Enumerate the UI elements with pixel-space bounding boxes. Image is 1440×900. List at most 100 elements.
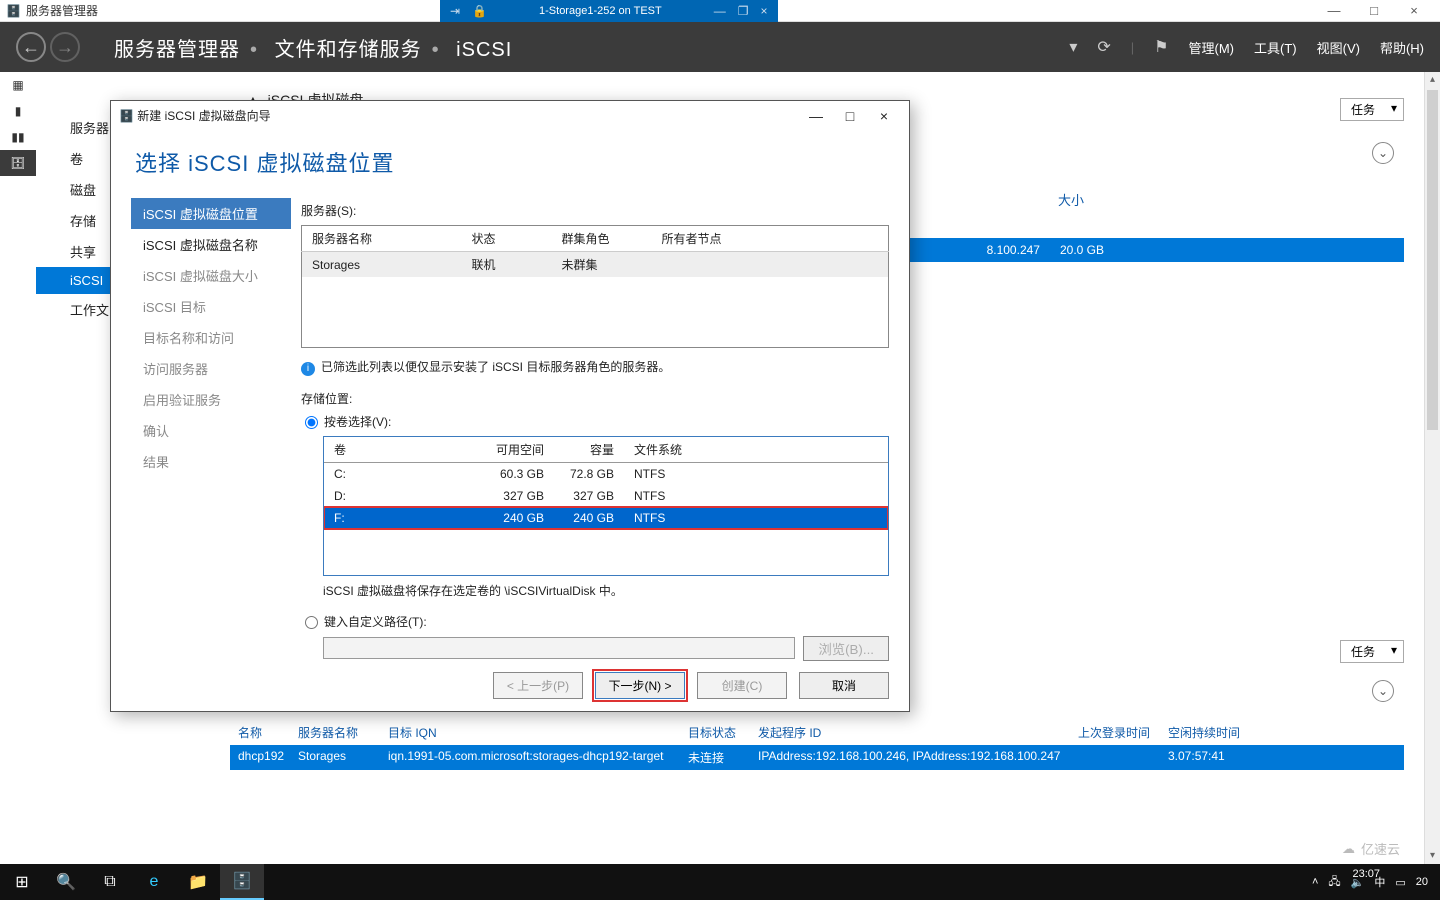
- system-tray[interactable]: ˄ 🖧 🔈 中 ▭ 20 23:07: [1300, 873, 1440, 892]
- step-size: iSCSI 虚拟磁盘大小: [131, 260, 291, 291]
- cancel-button[interactable]: 取消: [799, 672, 889, 699]
- tray-ime-icon[interactable]: ▭: [1395, 876, 1405, 889]
- rail-all-servers-icon[interactable]: ▮▮: [0, 124, 36, 150]
- taskbar[interactable]: ⊞ 🔍 ⧉ e 📁 🗄️ ˄ 🖧 🔈 中 ▭ 20 23:07: [0, 864, 1440, 900]
- wizard-titlebar[interactable]: 🗄️ 新建 iSCSI 虚拟磁盘向导 — □ ×: [111, 101, 909, 130]
- vol-row-c[interactable]: C:60.3 GB72.8 GBNTFS: [324, 462, 888, 485]
- nav-forward-button[interactable]: →: [50, 32, 80, 62]
- srv-th-status[interactable]: 状态: [462, 226, 552, 252]
- start-button[interactable]: ⊞: [0, 864, 44, 900]
- vol-th-fs[interactable]: 文件系统: [624, 437, 888, 463]
- vol-th-free[interactable]: 可用空间: [484, 437, 554, 463]
- taskbar-ie-icon[interactable]: e: [132, 864, 176, 900]
- breadcrumb: 服务器管理器• 文件和存储服务• iSCSI: [114, 33, 512, 62]
- vol-row-d[interactable]: D:327 GB327 GBNTFS: [324, 485, 888, 507]
- wizard-heading: 选择 iSCSI 虚拟磁盘位置: [111, 130, 909, 198]
- outer-close-button[interactable]: ×: [1394, 1, 1434, 21]
- next-button[interactable]: 下一步(N) >: [595, 672, 685, 699]
- info-text: i已筛选此列表以便仅显示安装了 iSCSI 目标服务器角色的服务器。: [301, 358, 889, 376]
- wizard-minimize-button[interactable]: —: [799, 108, 833, 124]
- th-idle[interactable]: 空闲持续时间: [1160, 720, 1260, 745]
- volume-list[interactable]: 卷 可用空间 容量 文件系统 C:60.3 GB72.8 GBNTFS D:32…: [323, 436, 889, 576]
- storage-label: 存储位置:: [301, 390, 889, 407]
- task-view-icon[interactable]: ⧉: [88, 864, 132, 900]
- th-server[interactable]: 服务器名称: [290, 720, 380, 745]
- th-name[interactable]: 名称: [230, 720, 290, 745]
- refresh-icon[interactable]: ⟳: [1097, 37, 1110, 57]
- tasks-dropdown-bottom[interactable]: 任务▾: [1340, 640, 1404, 663]
- main-scrollbar[interactable]: ▴ ▾: [1424, 72, 1440, 864]
- radio-by-volume[interactable]: 按卷选择(V):: [305, 413, 889, 430]
- wizard-dialog: 🗄️ 新建 iSCSI 虚拟磁盘向导 — □ × 选择 iSCSI 虚拟磁盘位置…: [110, 100, 910, 712]
- radio-path-input[interactable]: [305, 616, 318, 629]
- target-row[interactable]: dhcp192 Storages iqn.1991-05.com.microso…: [230, 745, 1404, 770]
- pin-icon[interactable]: ⇥: [450, 4, 460, 18]
- step-name[interactable]: iSCSI 虚拟磁盘名称: [131, 229, 291, 260]
- crumb-iscsi[interactable]: iSCSI: [456, 39, 512, 61]
- rail-file-services-icon[interactable]: 🗄: [0, 150, 36, 176]
- menu-view[interactable]: 视图(V): [1317, 38, 1360, 57]
- menu-tools[interactable]: 工具(T): [1254, 38, 1297, 57]
- step-access: 访问服务器: [131, 353, 291, 384]
- radio-volume-input[interactable]: [305, 416, 318, 429]
- collapse-toggle-bottom[interactable]: ⌄: [1372, 680, 1394, 702]
- crumb-root[interactable]: 服务器管理器: [114, 39, 240, 61]
- taskbar-search-icon[interactable]: 🔍: [44, 864, 88, 900]
- tasks-dropdown-top[interactable]: 任务▾: [1340, 98, 1404, 121]
- create-button: 创建(C): [697, 672, 787, 699]
- server-row[interactable]: Storages 联机 未群集: [302, 252, 889, 278]
- tray-date[interactable]: 20: [1416, 876, 1428, 888]
- custom-path-input: [323, 637, 795, 659]
- remote-restore-button[interactable]: ❐: [738, 4, 749, 18]
- rail-local-server-icon[interactable]: ▮: [0, 98, 36, 124]
- scrollbar-thumb[interactable]: [1427, 90, 1438, 430]
- browse-button: 浏览(B)...: [803, 636, 889, 661]
- srv-th-name[interactable]: 服务器名称: [302, 226, 462, 252]
- prev-button: < 上一步(P): [493, 672, 583, 699]
- tray-chevron-icon[interactable]: ˄: [1312, 876, 1318, 888]
- step-auth: 启用验证服务: [131, 384, 291, 415]
- wizard-maximize-button[interactable]: □: [833, 108, 867, 124]
- taskbar-explorer-icon[interactable]: 📁: [176, 864, 220, 900]
- srv-th-role[interactable]: 群集角色: [552, 226, 652, 252]
- remote-minimize-button[interactable]: —: [714, 4, 726, 18]
- step-result: 结果: [131, 446, 291, 477]
- bg-size-header: 大小: [1058, 190, 1084, 209]
- remote-connection-bar[interactable]: ⇥ 🔒 1-Storage1-252 on TEST — ❐ ×: [440, 0, 778, 22]
- remote-close-button[interactable]: ×: [760, 4, 767, 18]
- wizard-close-button[interactable]: ×: [867, 108, 901, 124]
- scroll-up-icon[interactable]: ▴: [1425, 72, 1440, 88]
- crumb-files[interactable]: 文件和存储服务: [275, 39, 422, 61]
- info-icon: i: [301, 362, 315, 376]
- tray-network-icon[interactable]: 🖧: [1328, 873, 1340, 892]
- vol-th-cap[interactable]: 容量: [554, 437, 624, 463]
- srv-th-owner[interactable]: 所有者节点: [652, 226, 889, 252]
- flag-icon[interactable]: ⚑: [1154, 37, 1168, 57]
- nav-back-button[interactable]: ←: [16, 32, 46, 62]
- taskbar-server-manager-icon[interactable]: 🗄️: [220, 864, 264, 900]
- wizard-icon: 🗄️: [119, 109, 134, 123]
- th-status[interactable]: 目标状态: [680, 720, 750, 745]
- th-last[interactable]: 上次登录时间: [1070, 720, 1160, 745]
- scroll-down-icon[interactable]: ▾: [1425, 848, 1440, 864]
- collapse-toggle-top[interactable]: ⌄: [1372, 142, 1394, 164]
- rail-dashboard-icon[interactable]: ▦: [0, 72, 36, 98]
- radio-custom-path[interactable]: 键入自定义路径(T):: [305, 613, 889, 630]
- menu-manage[interactable]: 管理(M): [1189, 38, 1235, 57]
- step-target: iSCSI 目标: [131, 291, 291, 322]
- icon-rail: ▦ ▮ ▮▮ 🗄: [0, 72, 36, 176]
- remote-title: 1-Storage1-252 on TEST: [499, 5, 702, 17]
- tray-time[interactable]: 23:07: [1352, 868, 1380, 880]
- vol-row-f[interactable]: F:240 GB240 GBNTFS: [324, 507, 888, 529]
- server-table[interactable]: 服务器名称 状态 群集角色 所有者节点 Storages 联机 未群集: [301, 225, 889, 348]
- th-iqn[interactable]: 目标 IQN: [380, 720, 680, 745]
- outer-maximize-button[interactable]: □: [1354, 1, 1394, 21]
- step-location[interactable]: iSCSI 虚拟磁盘位置: [131, 198, 291, 229]
- header-dropdown-icon[interactable]: ▾: [1069, 37, 1077, 57]
- cloud-icon: ☁: [1342, 841, 1355, 857]
- th-initiator[interactable]: 发起程序 ID: [750, 720, 1070, 745]
- outer-minimize-button[interactable]: —: [1314, 1, 1354, 21]
- vol-th-vol[interactable]: 卷: [324, 437, 484, 463]
- menu-help[interactable]: 帮助(H): [1380, 38, 1424, 57]
- outer-window-title: 服务器管理器: [26, 2, 98, 19]
